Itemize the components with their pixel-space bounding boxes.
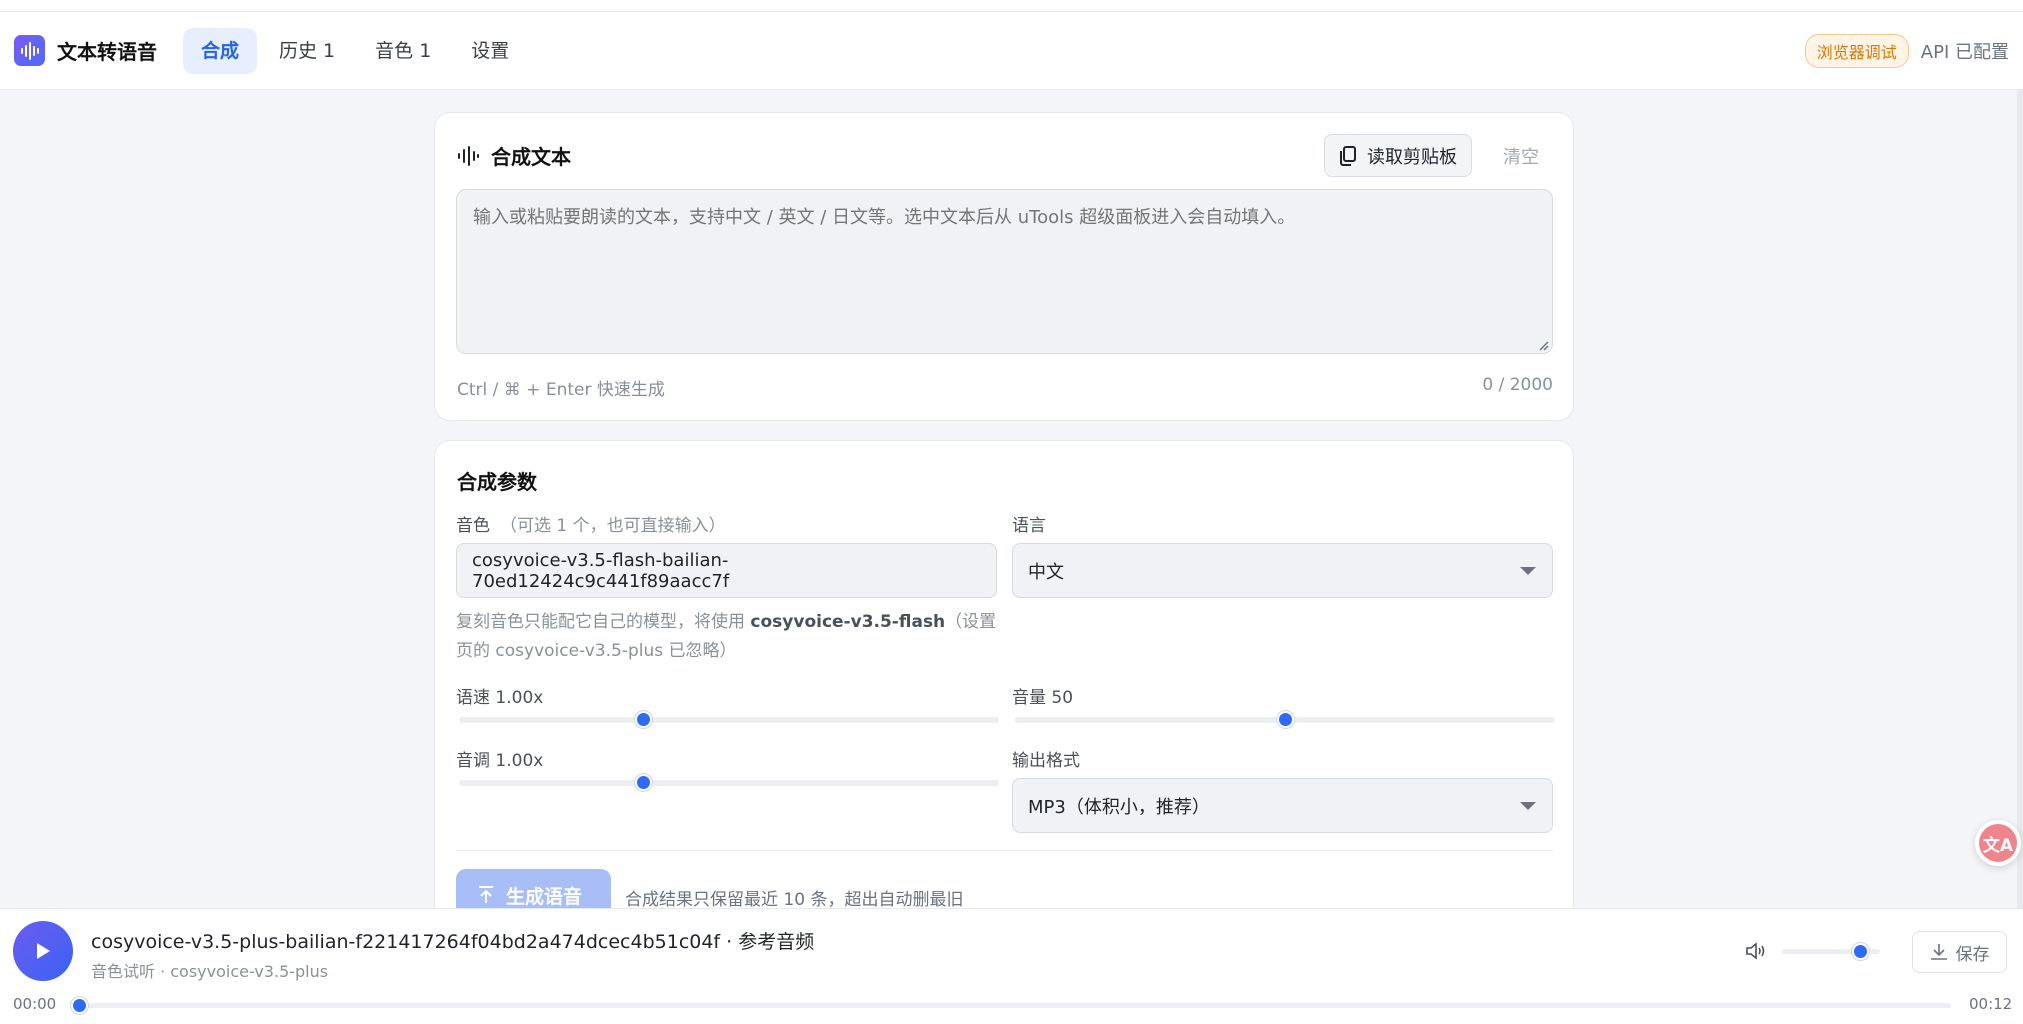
app-header: 文本转语音 合成 历史 1 音色 1 设置 浏览器调试 API 已配置	[0, 12, 2023, 90]
save-button-label: 保存	[1955, 944, 1990, 965]
voice-label-text: 音色	[456, 516, 490, 536]
waveform-icon	[458, 145, 479, 166]
audio-player: cosyvoice-v3.5-plus-bailian-f221417264f0…	[0, 908, 2023, 1024]
language-select-value: 中文	[1028, 561, 1064, 583]
format-select[interactable]: MP3（体积小，推荐）	[1012, 778, 1553, 833]
shortcut-hint: Ctrl / ⌘ + Enter 快速生成	[457, 380, 665, 400]
header-status: 浏览器调试 API 已配置	[1804, 33, 2009, 68]
tab-voices[interactable]: 音色 1	[357, 28, 449, 74]
language-label: 语言	[1012, 516, 1046, 536]
main-tabs: 合成 历史 1 音色 1 设置	[183, 27, 531, 74]
track-subtitle: 音色试听 · cosyvoice-v3.5-plus	[91, 962, 329, 981]
volume-icon[interactable]	[1745, 941, 1767, 961]
volume-slider[interactable]	[1015, 711, 1555, 728]
tab-settings[interactable]: 设置	[453, 28, 527, 74]
text-input[interactable]	[456, 189, 1553, 354]
track-title: cosyvoice-v3.5-plus-bailian-f221417264f0…	[91, 931, 815, 953]
pitch-slider[interactable]	[459, 774, 999, 791]
translate-icon: 文A	[1979, 824, 2017, 862]
retention-note: 合成结果只保留最近 10 条，超出自动删最旧	[625, 890, 964, 910]
current-time: 00:00	[13, 995, 57, 1013]
speed-slider[interactable]	[459, 711, 999, 728]
text-card: 合成文本 读取剪贴板 清空 Ctrl / ⌘ + Enter 快速生成 0 / …	[434, 112, 1574, 421]
language-select[interactable]: 中文	[1012, 543, 1553, 598]
generate-button-label: 生成语音	[506, 885, 583, 908]
pitch-slider-thumb[interactable]	[634, 774, 652, 791]
player-volume-thumb[interactable]	[1852, 943, 1870, 960]
read-clipboard-button[interactable]: 读取剪贴板	[1324, 134, 1472, 177]
voice-input-value: cosyvoice-v3.5-flash-bailian-70ed12424c9…	[472, 549, 730, 592]
voice-label: 音色 （可选 1 个，也可直接输入）	[456, 511, 726, 536]
brand: 文本转语音	[14, 35, 157, 66]
format-label: 输出格式	[1012, 751, 1080, 771]
params-card: 合成参数 音色 （可选 1 个，也可直接输入） cosyvoice-v3.5-fl…	[434, 440, 1574, 920]
waveform-logo-icon	[14, 35, 45, 66]
api-status: API 已配置	[1920, 41, 2009, 63]
speed-label: 语速 1.00x	[456, 688, 544, 708]
window-top-strip	[0, 0, 2023, 12]
read-clipboard-label: 读取剪贴板	[1367, 146, 1457, 168]
total-time: 00:12	[1969, 995, 2013, 1013]
clear-button[interactable]: 清空	[1489, 134, 1553, 177]
char-counter: 0 / 2000	[1482, 375, 1553, 395]
playback-progress[interactable]	[71, 997, 1951, 1014]
tab-synthesize[interactable]: 合成	[183, 27, 258, 74]
page-scrollbar[interactable]	[2017, 90, 2023, 908]
text-card-heading: 合成文本	[491, 145, 571, 169]
debug-badge: 浏览器调试	[1804, 33, 1909, 68]
speed-slider-thumb[interactable]	[634, 711, 652, 728]
download-icon	[1930, 944, 1947, 960]
pitch-label: 音调 1.00x	[456, 751, 544, 771]
voice-input[interactable]: cosyvoice-v3.5-flash-bailian-70ed12424c9…	[456, 543, 997, 598]
divider	[456, 850, 1553, 851]
voice-sublabel: （可选 1 个，也可直接输入）	[500, 516, 726, 536]
tab-history[interactable]: 历史 1	[261, 28, 353, 74]
format-select-value: MP3（体积小，推荐）	[1028, 796, 1210, 818]
play-button[interactable]	[13, 921, 73, 981]
voice-model-note: 复刻音色只能配它自己的模型，将使用 cosyvoice-v3.5-flash（设…	[456, 608, 1001, 666]
voice-note-pre: 复刻音色只能配它自己的模型，将使用	[456, 612, 751, 632]
resize-grip-icon[interactable]	[1537, 339, 1549, 351]
chevron-down-icon	[1520, 567, 1536, 575]
save-button[interactable]: 保存	[1912, 931, 2007, 973]
text-card-title: 合成文本	[457, 141, 571, 170]
volume-label: 音量 50	[1012, 688, 1074, 708]
chevron-down-icon	[1520, 802, 1536, 810]
upload-arrow-icon	[479, 886, 493, 903]
play-icon	[37, 943, 50, 959]
voice-note-model: cosyvoice-v3.5-flash	[750, 612, 946, 632]
playback-thumb[interactable]	[71, 997, 88, 1014]
player-volume-slider[interactable]	[1782, 943, 1880, 960]
volume-slider-thumb[interactable]	[1277, 711, 1294, 728]
translate-float-button[interactable]: 文A	[1975, 820, 2021, 866]
params-card-title: 合成参数	[457, 470, 537, 494]
app-name: 文本转语音	[57, 40, 157, 64]
clipboard-icon	[1340, 145, 1356, 166]
